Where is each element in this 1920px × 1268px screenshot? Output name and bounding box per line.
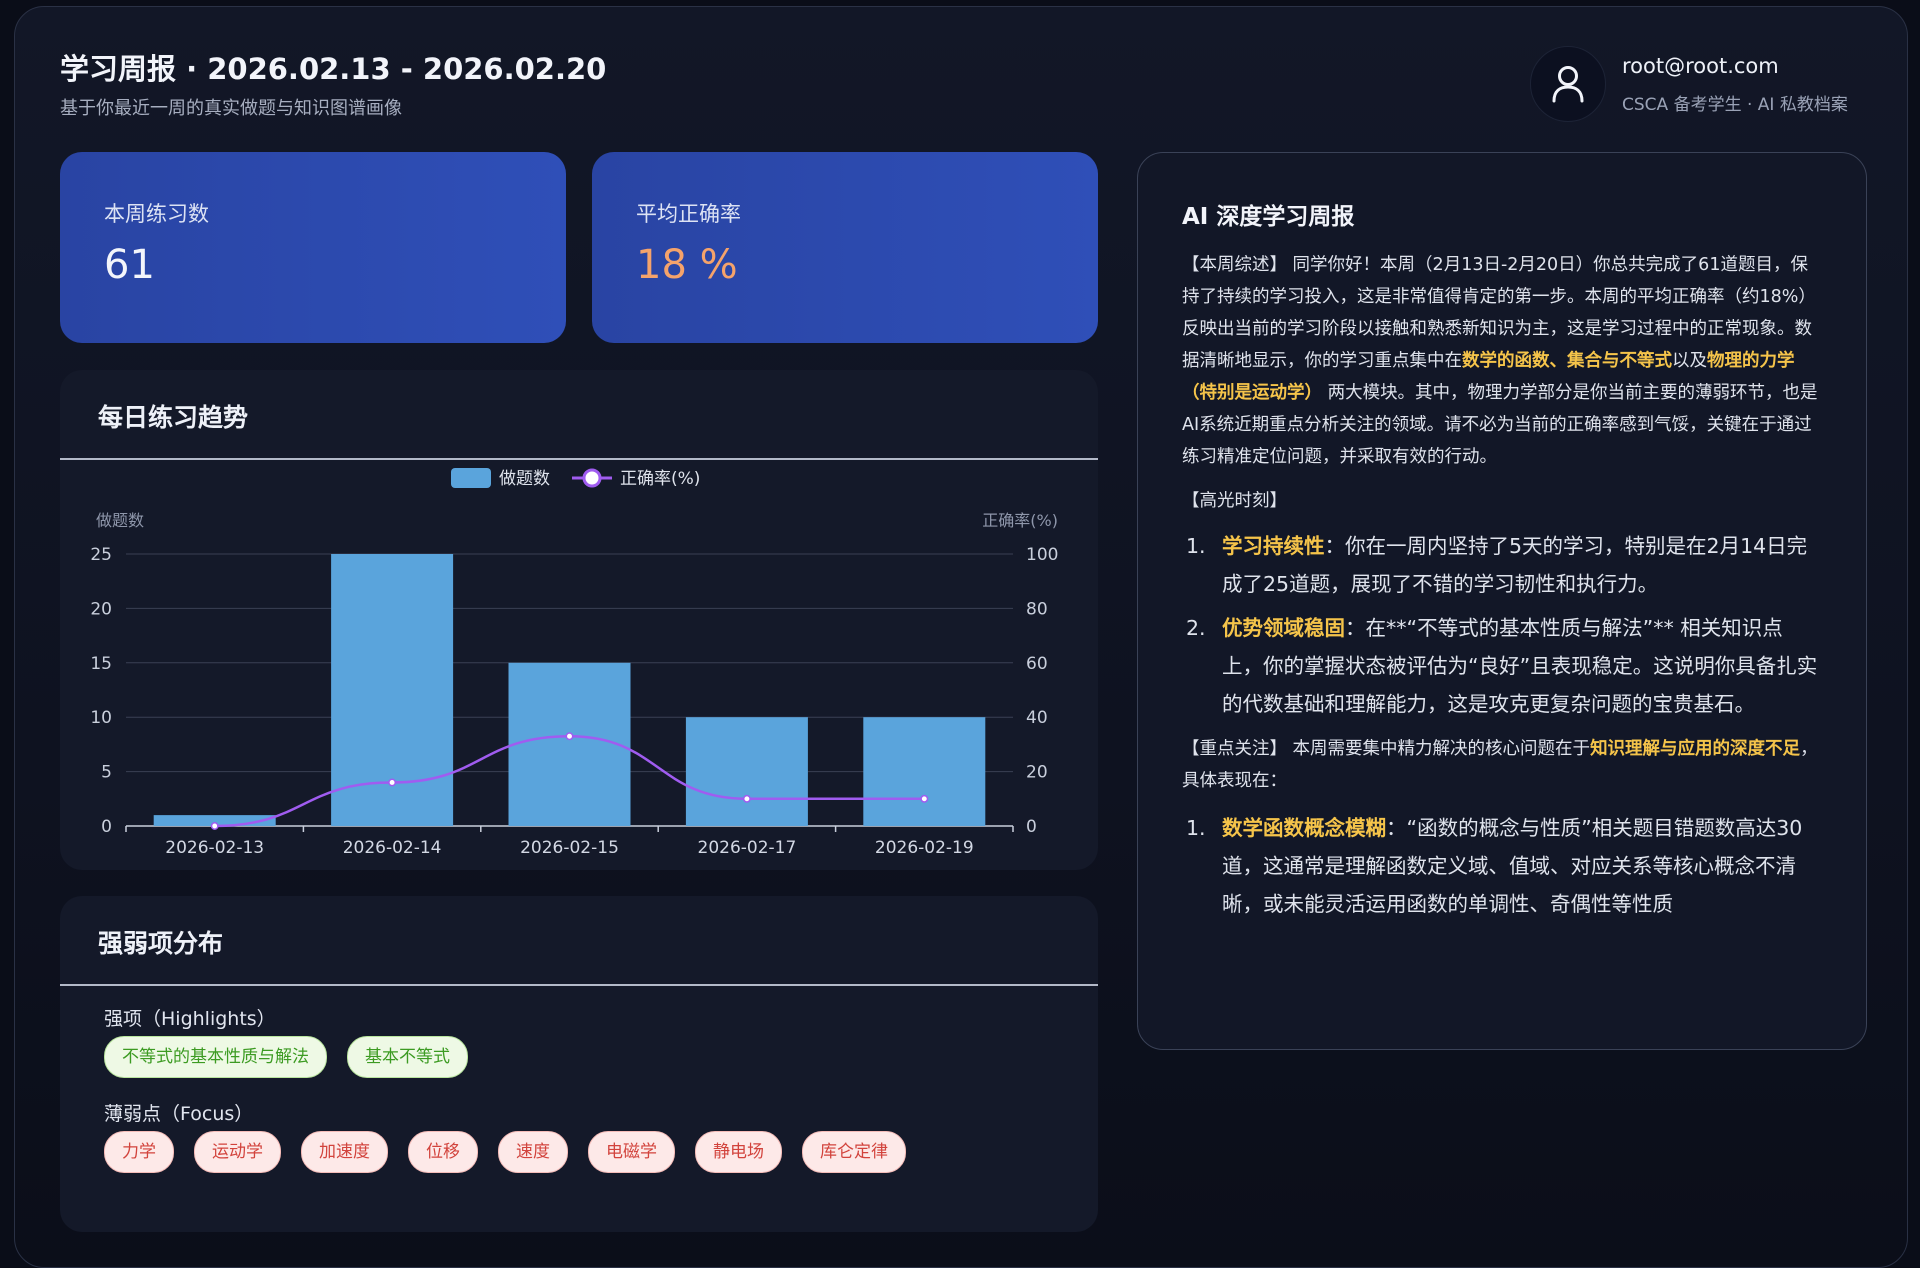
strong-chip-list: 不等式的基本性质与解法 基本不等式: [104, 1036, 1078, 1080]
accuracy-point: [742, 794, 751, 803]
user-role: CSCA 备考学生 · AI 私教档案: [1622, 95, 1848, 115]
weakness-chip[interactable]: 库仑定律: [802, 1131, 906, 1173]
accuracy-point: [920, 794, 929, 803]
list-item: 1. 学习持续性：你在一周内坚持了5天的学习，特别是在2月14日完成了25道题，展…: [1182, 527, 1822, 603]
accuracy-point: [388, 778, 397, 787]
bar: [685, 717, 808, 826]
daily-trend-title: 每日练习趋势: [98, 403, 249, 432]
list-number: 1.: [1186, 816, 1206, 840]
bar: [863, 717, 986, 826]
bar: [508, 662, 631, 826]
x-tick-label: 2026-02-19: [875, 838, 974, 858]
strength-chip[interactable]: 不等式的基本性质与解法: [104, 1036, 327, 1078]
left-tick-label: 15: [90, 654, 112, 674]
legend-line-label: 正确率(%): [620, 469, 700, 489]
report-text: 以及: [1672, 351, 1707, 371]
weekly-practice-value: 61: [104, 242, 155, 288]
right-tick-label: 80: [1026, 599, 1048, 619]
weekly-practice-card: 本周练习数 61: [60, 152, 566, 343]
legend-line-marker: [582, 468, 602, 488]
report-focus: 【重点关注】 本周需要集中精力解决的核心问题在于知识理解与应用的深度不足，具体表…: [1182, 733, 1822, 797]
strength-weakness-panel: 强弱项分布 强项（Highlights） 不等式的基本性质与解法 基本不等式 薄弱…: [60, 896, 1098, 1232]
list-item: 1. 数学函数概念模糊：“函数的概念与性质”相关题目错题数高达30道，这通常是理解…: [1182, 809, 1822, 923]
accuracy-point: [210, 822, 219, 830]
accuracy-point: [565, 732, 574, 741]
x-tick-label: 2026-02-15: [520, 838, 619, 858]
right-tick-label: 20: [1026, 763, 1048, 783]
strong-label: 强项（Highlights）: [104, 1008, 276, 1030]
list-number: 2.: [1186, 616, 1206, 640]
weakness-chip[interactable]: 速度: [498, 1131, 568, 1173]
x-tick-label: 2026-02-13: [165, 838, 264, 858]
weakness-chip[interactable]: 运动学: [194, 1131, 281, 1173]
user-profile[interactable]: root@root.com CSCA 备考学生 · AI 私教档案: [1530, 46, 1890, 126]
strength-chip[interactable]: 基本不等式: [347, 1036, 468, 1078]
ai-report-title: AI 深度学习周报: [1182, 204, 1355, 230]
highlight-text: 知识理解与应用的深度不足: [1590, 739, 1801, 759]
user-email: root@root.com: [1622, 54, 1779, 78]
right-axis-title: 正确率(%): [982, 511, 1058, 530]
right-tick-label: 0: [1026, 817, 1037, 837]
weak-label: 薄弱点（Focus）: [104, 1103, 254, 1125]
weakness-chip[interactable]: 加速度: [301, 1131, 388, 1173]
left-tick-label: 5: [101, 763, 112, 783]
left-tick-label: 25: [90, 545, 112, 565]
weakness-chip[interactable]: 力学: [104, 1131, 174, 1173]
report-summary: 【本周综述】 同学你好！本周（2月13日-2月20日）你总共完成了61道题目，保…: [1182, 249, 1822, 473]
panel-divider: [60, 984, 1098, 986]
x-tick-label: 2026-02-17: [698, 838, 797, 858]
strength-weakness-title: 强弱项分布: [98, 929, 224, 958]
ai-report-panel: AI 深度学习周报 【本周综述】 同学你好！本周（2月13日-2月20日）你总共…: [1137, 152, 1867, 1050]
left-axis-title: 做题数: [96, 511, 144, 530]
avatar[interactable]: [1530, 46, 1606, 122]
average-accuracy-value: 18 %: [636, 242, 738, 288]
list-item-heading: 数学函数概念模糊: [1222, 816, 1386, 840]
legend-bar-label: 做题数: [499, 469, 550, 489]
legend-bar-swatch: [451, 468, 491, 488]
right-tick-label: 40: [1026, 708, 1048, 728]
highlights-label: 【高光时刻】: [1182, 491, 1287, 511]
left-tick-label: 10: [90, 708, 112, 728]
weakness-chip[interactable]: 位移: [408, 1131, 478, 1173]
report-text: 【重点关注】 本周需要集中精力解决的核心问题在于: [1182, 739, 1591, 759]
daily-trend-chart: 做题数 正确率(%)做题数 正确率(%)0510152025020406080100…: [90, 468, 1058, 858]
weak-chip-list: 力学 运动学 加速度 位移 速度 电磁学 静电场 库仑定律: [104, 1131, 1078, 1175]
list-number: 1.: [1186, 534, 1206, 558]
average-accuracy-card: 平均正确率 18 %: [592, 152, 1098, 343]
right-tick-label: 100: [1026, 545, 1058, 565]
list-item: 2. 优势领域稳固：在**“不等式的基本性质与解法”** 相关知识点上，你的掌握状…: [1182, 609, 1822, 723]
daily-trend-panel: 每日练习趋势 做题数 正确率(%) 做题数 正确率(%) 0 5 10 15 20 25 0 20 40…: [60, 370, 1098, 870]
x-tick-label: 2026-02-14: [343, 838, 442, 858]
highlight-text: 数学的函数、集合与不等式: [1462, 351, 1672, 371]
weekly-practice-label: 本周练习数: [104, 202, 209, 226]
weakness-chip[interactable]: 静电场: [695, 1131, 782, 1173]
page-subtitle: 基于你最近一周的真实做题与知识图谱画像: [60, 98, 402, 119]
left-tick-label: 20: [90, 599, 112, 619]
highlights-list: 1. 学习持续性：你在一周内坚持了5天的学习，特别是在2月14日完成了25道题，展…: [1182, 527, 1822, 723]
list-item-heading: 优势领域稳固: [1222, 616, 1345, 640]
ai-report-body[interactable]: 【本周综述】 同学你好！本周（2月13日-2月20日）你总共完成了61道题目，保…: [1182, 249, 1822, 999]
list-item-heading: 学习持续性: [1222, 534, 1325, 558]
focus-list: 1. 数学函数概念模糊：“函数的概念与性质”相关题目错题数高达30道，这通常是理解…: [1182, 809, 1822, 923]
left-tick-label: 0: [101, 817, 112, 837]
right-tick-label: 60: [1026, 654, 1048, 674]
weakness-chip[interactable]: 电磁学: [588, 1131, 675, 1173]
page-title: 学习周报 · 2026.02.13 - 2026.02.20: [60, 52, 607, 86]
user-icon: [1552, 66, 1584, 103]
average-accuracy-label: 平均正确率: [636, 202, 741, 226]
